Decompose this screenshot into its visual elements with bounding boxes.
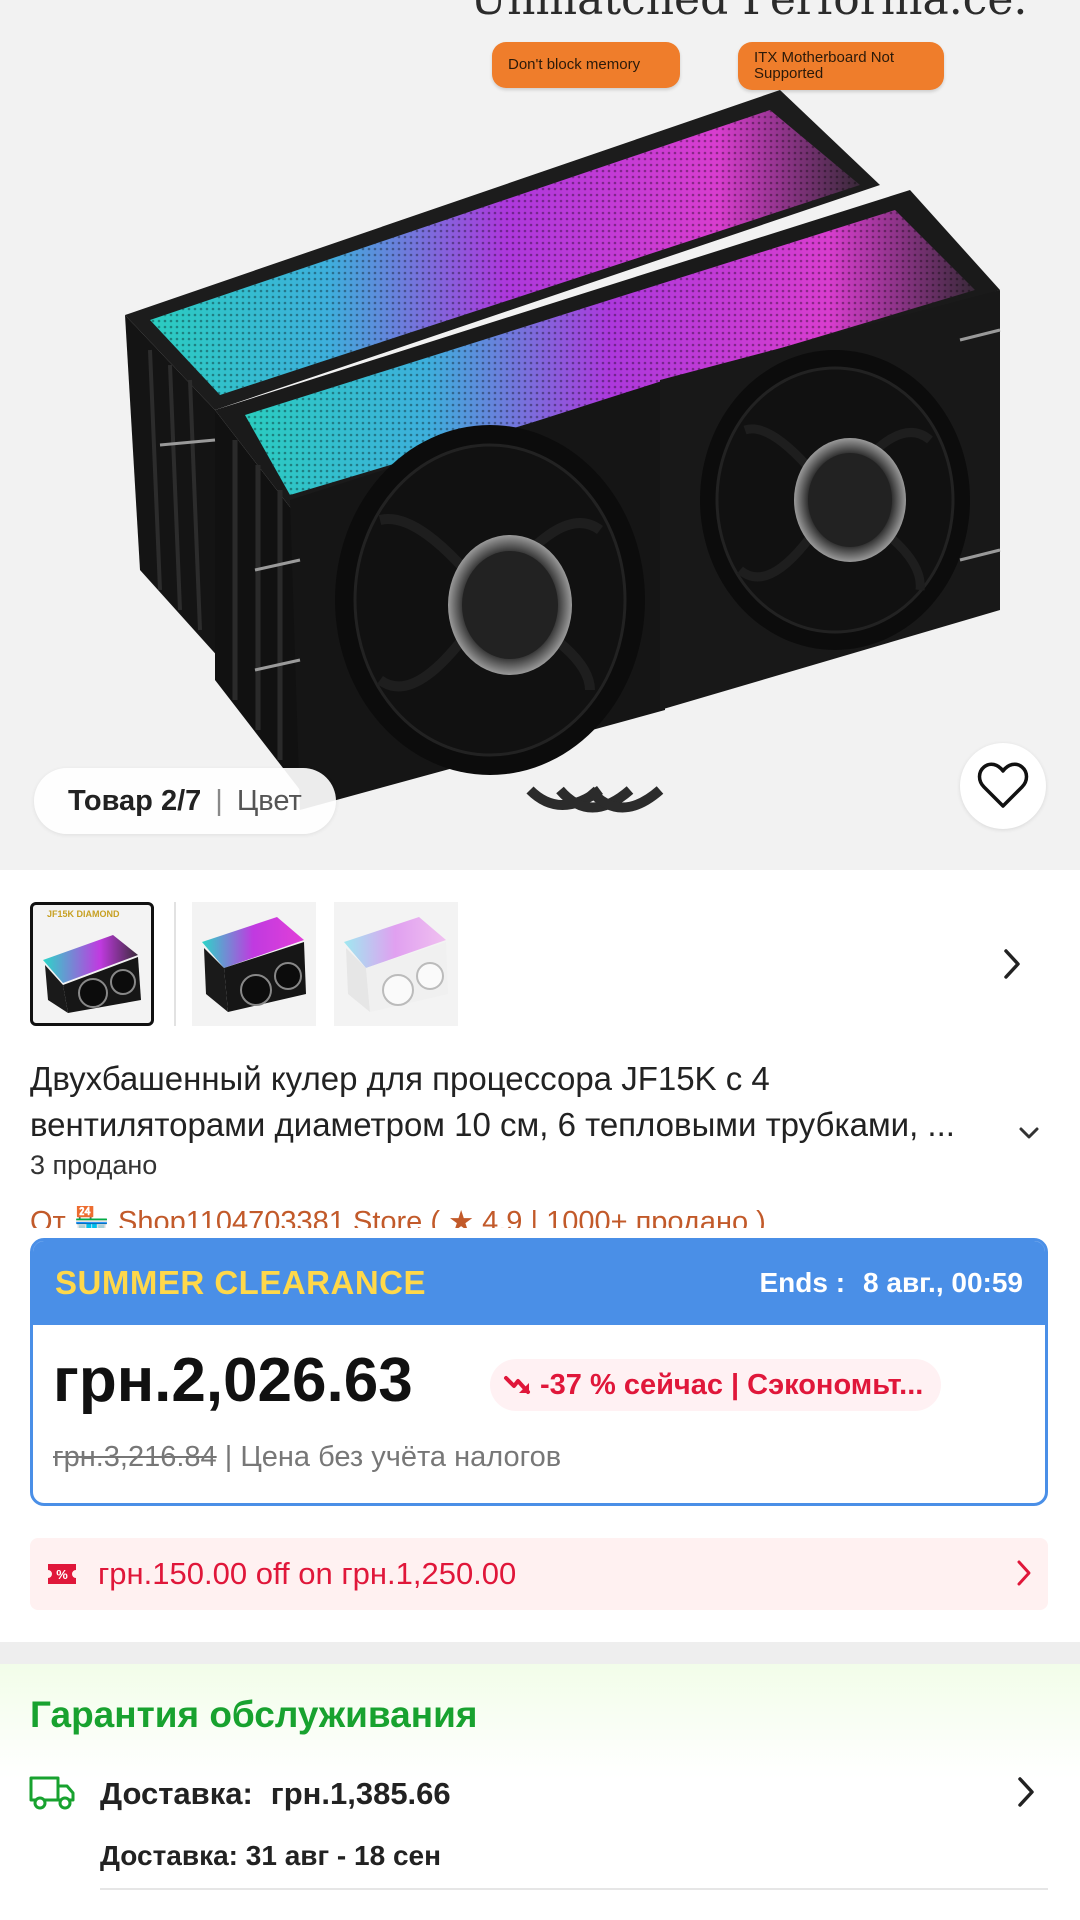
- old-price: грн.3,216.84: [53, 1441, 217, 1473]
- favorite-button[interactable]: [960, 743, 1046, 829]
- chevron-right-icon[interactable]: [1016, 1776, 1036, 1808]
- image-counter[interactable]: Товар 2/7 | Цвет: [34, 768, 336, 834]
- image-tag-itx: ITX Motherboard Not Supported: [738, 42, 944, 90]
- service-guarantee-section: Гарантия обслуживания Доставка: грн.1,38…: [0, 1664, 1080, 1920]
- heart-outline-icon: [977, 762, 1029, 808]
- delivery-dates: Доставка: 31 авг - 18 сен: [100, 1840, 442, 1871]
- product-title-line: Двухбашенный кулер для процессора JF15K …: [30, 1060, 770, 1097]
- product-title[interactable]: Двухбашенный кулер для процессора JF15K …: [30, 1056, 1020, 1148]
- thumbnails-next-button[interactable]: [990, 936, 1034, 992]
- sale-ends: Ends : 8 авг., 00:59: [759, 1267, 1023, 1299]
- image-headline: Unmatched Performa.ce.: [470, 0, 1027, 25]
- product-title-line: вентиляторами диаметром 10 см, 6 тепловы…: [30, 1106, 955, 1143]
- cpu-cooler-image: [125, 90, 1001, 813]
- store-link[interactable]: От 🏪 Shop1104703381 Store ( ★ 4.9 | 1000…: [30, 1206, 1030, 1228]
- svg-text:%: %: [56, 1567, 68, 1582]
- product-image-gallery[interactable]: Unmatched Performa.ce. Don't block memor…: [0, 0, 1080, 870]
- thumbnail-divider: [174, 902, 176, 1026]
- sale-card: SUMMER CLEARANCE Ends : 8 авг., 00:59 гр…: [30, 1238, 1048, 1506]
- savings-text: Сэкономьт...: [747, 1368, 924, 1401]
- shipping-price: грн.1,385.66: [270, 1776, 451, 1811]
- coupon-banner[interactable]: % грн.150.00 off on грн.1,250.00: [30, 1538, 1048, 1610]
- expand-title-button[interactable]: [1012, 1116, 1046, 1150]
- guarantee-title: Гарантия обслуживания: [30, 1694, 478, 1735]
- tax-note: | Цена без учёта налогов: [224, 1441, 562, 1473]
- sale-ends-value: 8 авг., 00:59: [863, 1267, 1023, 1298]
- sale-body: грн.2,026.63 -37 % сейчас | Сэкономьт...…: [33, 1325, 1045, 1503]
- thumbnail-item[interactable]: JF15K DIAMOND: [30, 902, 154, 1026]
- sale-header: SUMMER CLEARANCE Ends : 8 авг., 00:59: [33, 1241, 1045, 1325]
- thumbnail-item[interactable]: [192, 902, 316, 1026]
- sale-name: SUMMER CLEARANCE: [55, 1264, 426, 1301]
- coupon-percent-icon: %: [48, 1564, 76, 1584]
- chevron-down-icon: [1019, 1127, 1039, 1139]
- chevron-right-icon: [1004, 949, 1020, 979]
- current-price: грн.2,026.63: [53, 1346, 413, 1415]
- sold-count: 3 продано: [30, 1150, 158, 1180]
- sale-ends-label: Ends :: [759, 1267, 846, 1298]
- store-link-text: От 🏪 Shop1104703381 Store ( ★ 4.9 | 1000…: [30, 1206, 766, 1228]
- shipping-label: Доставка:: [100, 1776, 253, 1811]
- delivery-truck-icon: [29, 1776, 75, 1810]
- thumbnail-item[interactable]: [334, 902, 458, 1026]
- discount-separator: |: [731, 1368, 740, 1401]
- thumbnail-image: [202, 917, 306, 1012]
- image-tag-memory: Don't block memory: [492, 42, 680, 88]
- thumbnail-image: [344, 917, 448, 1012]
- thumbnail-strip: JF15K DIAMOND: [0, 898, 1080, 1028]
- price-drop-icon: [504, 1376, 530, 1394]
- image-counter-separator: |: [215, 784, 223, 817]
- image-counter-text: Товар 2/7: [68, 784, 202, 817]
- discount-badge: -37 % сейчас | Сэкономьт...: [490, 1359, 942, 1411]
- discount-percent: -37 % сейчас: [540, 1368, 723, 1401]
- shipping-row[interactable]: Доставка: грн.1,385.66: [100, 1776, 451, 1812]
- thumbnail-caption: JF15K DIAMOND: [47, 909, 120, 919]
- chevron-right-icon: [1017, 1560, 1031, 1586]
- color-label: Цвет: [236, 784, 302, 817]
- section-divider: [0, 1642, 1080, 1664]
- row-divider: [100, 1888, 1048, 1890]
- old-price-row: грн.3,216.84 | Цена без учёта налогов: [53, 1441, 561, 1474]
- coupon-text: грн.150.00 off on грн.1,250.00: [98, 1556, 517, 1591]
- thumbnail-image: [43, 935, 141, 1013]
